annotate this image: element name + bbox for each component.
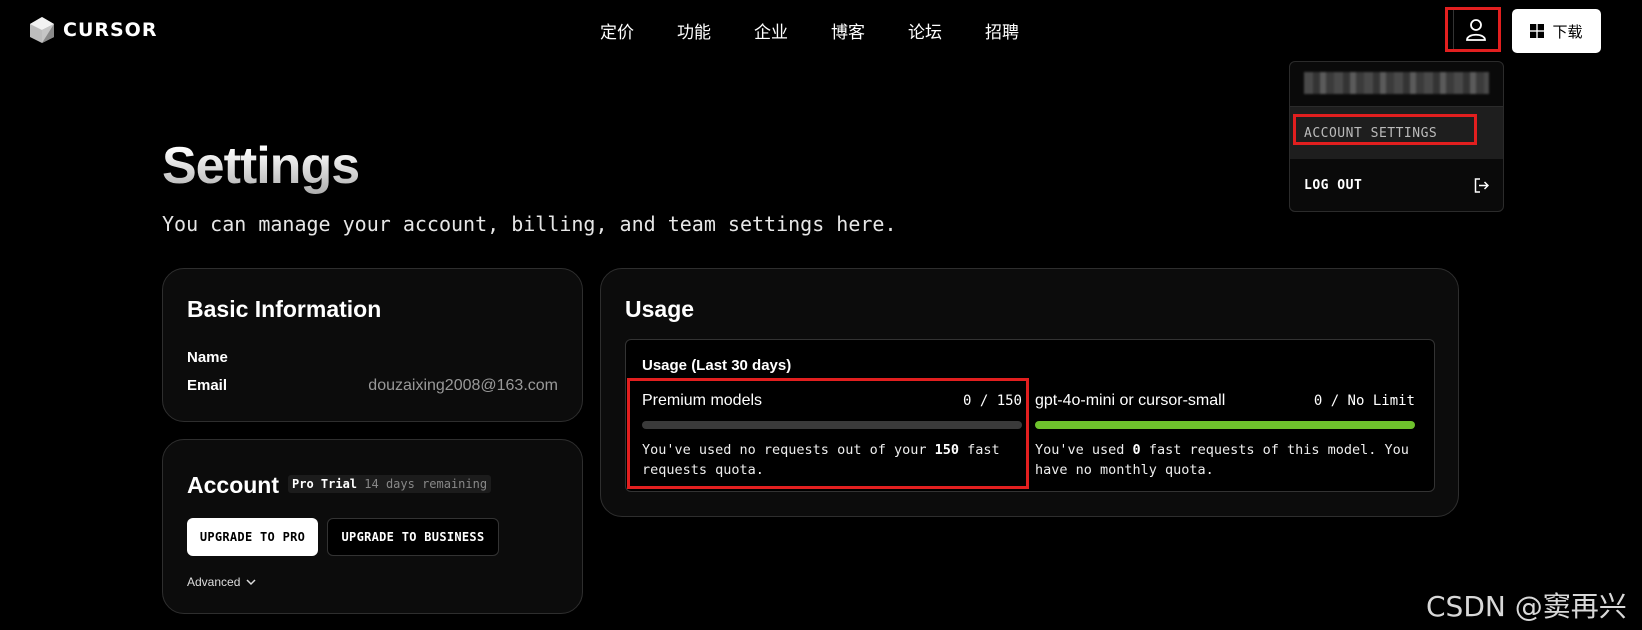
user-button-highlight: [1445, 7, 1501, 52]
nav-enterprise[interactable]: 企业: [754, 18, 831, 43]
small-progress-fill: [1035, 421, 1415, 429]
account-title: Account: [187, 472, 279, 498]
plan-badge: Pro Trial 14 days remaining: [288, 475, 492, 493]
logout-label: LOG OUT: [1304, 177, 1363, 193]
email-row: Email douzaixing2008@163.com: [187, 377, 558, 395]
page-subtitle: You can manage your account, billing, an…: [162, 212, 897, 236]
upgrade-to-business-button[interactable]: UPGRADE TO BUSINESS: [327, 518, 499, 556]
small-desc-count: 0: [1132, 442, 1141, 458]
cursor-logo[interactable]: CURSOR: [29, 16, 157, 44]
page-title: Settings: [162, 137, 360, 195]
small-models-usage: gpt-4o-mini or cursor-small 0 / No Limit…: [1035, 392, 1415, 480]
brand-name: CURSOR: [63, 19, 158, 41]
basic-information-card: Basic Information Name Email douzaixing2…: [162, 268, 583, 422]
plan-remaining: 14 days remaining: [364, 477, 488, 491]
name-label: Name: [187, 349, 228, 366]
account-card: Account Pro Trial 14 days remaining UPGR…: [162, 439, 583, 614]
upgrade-to-pro-button[interactable]: UPGRADE TO PRO: [187, 518, 318, 556]
small-models-count: 0 / No Limit: [1313, 393, 1415, 409]
download-label: 下载: [1552, 22, 1583, 41]
plan-name: Pro Trial: [292, 477, 358, 491]
account-settings-highlight: [1293, 114, 1477, 145]
windows-icon: [1530, 24, 1545, 38]
advanced-toggle[interactable]: Advanced: [187, 575, 256, 589]
usage-title: Usage: [625, 296, 695, 322]
logout-item[interactable]: LOG OUT: [1290, 159, 1503, 211]
nav-pricing[interactable]: 定价: [600, 18, 677, 43]
cursor-logo-icon: [30, 17, 54, 43]
watermark: CSDN @窦再兴: [1426, 590, 1627, 623]
logout-icon: [1474, 177, 1489, 193]
small-progress-bar: [1035, 421, 1415, 429]
nav-forum[interactable]: 论坛: [908, 18, 985, 43]
small-models-name: gpt-4o-mini or cursor-small: [1035, 392, 1226, 409]
top-nav: 定价 功能 企业 博客 论坛 招聘: [600, 18, 1062, 43]
premium-usage-highlight: [627, 378, 1029, 489]
nav-features[interactable]: 功能: [677, 18, 754, 43]
usage-box-title: Usage (Last 30 days): [642, 357, 792, 374]
chevron-down-icon: [246, 578, 256, 585]
advanced-label: Advanced: [187, 575, 241, 589]
email-value: douzaixing2008@163.com: [368, 377, 558, 394]
redacted-email: [1304, 72, 1489, 94]
dropdown-user-info: [1290, 62, 1503, 107]
small-models-description: You've used 0 fast requests of this mode…: [1035, 440, 1415, 480]
nav-careers[interactable]: 招聘: [985, 18, 1062, 43]
email-label: Email: [187, 377, 228, 394]
name-row: Name: [187, 349, 558, 366]
nav-blog[interactable]: 博客: [831, 18, 908, 43]
download-button[interactable]: 下载: [1512, 9, 1601, 53]
small-desc-prefix: You've used: [1035, 442, 1133, 458]
basic-information-title: Basic Information: [187, 296, 382, 322]
